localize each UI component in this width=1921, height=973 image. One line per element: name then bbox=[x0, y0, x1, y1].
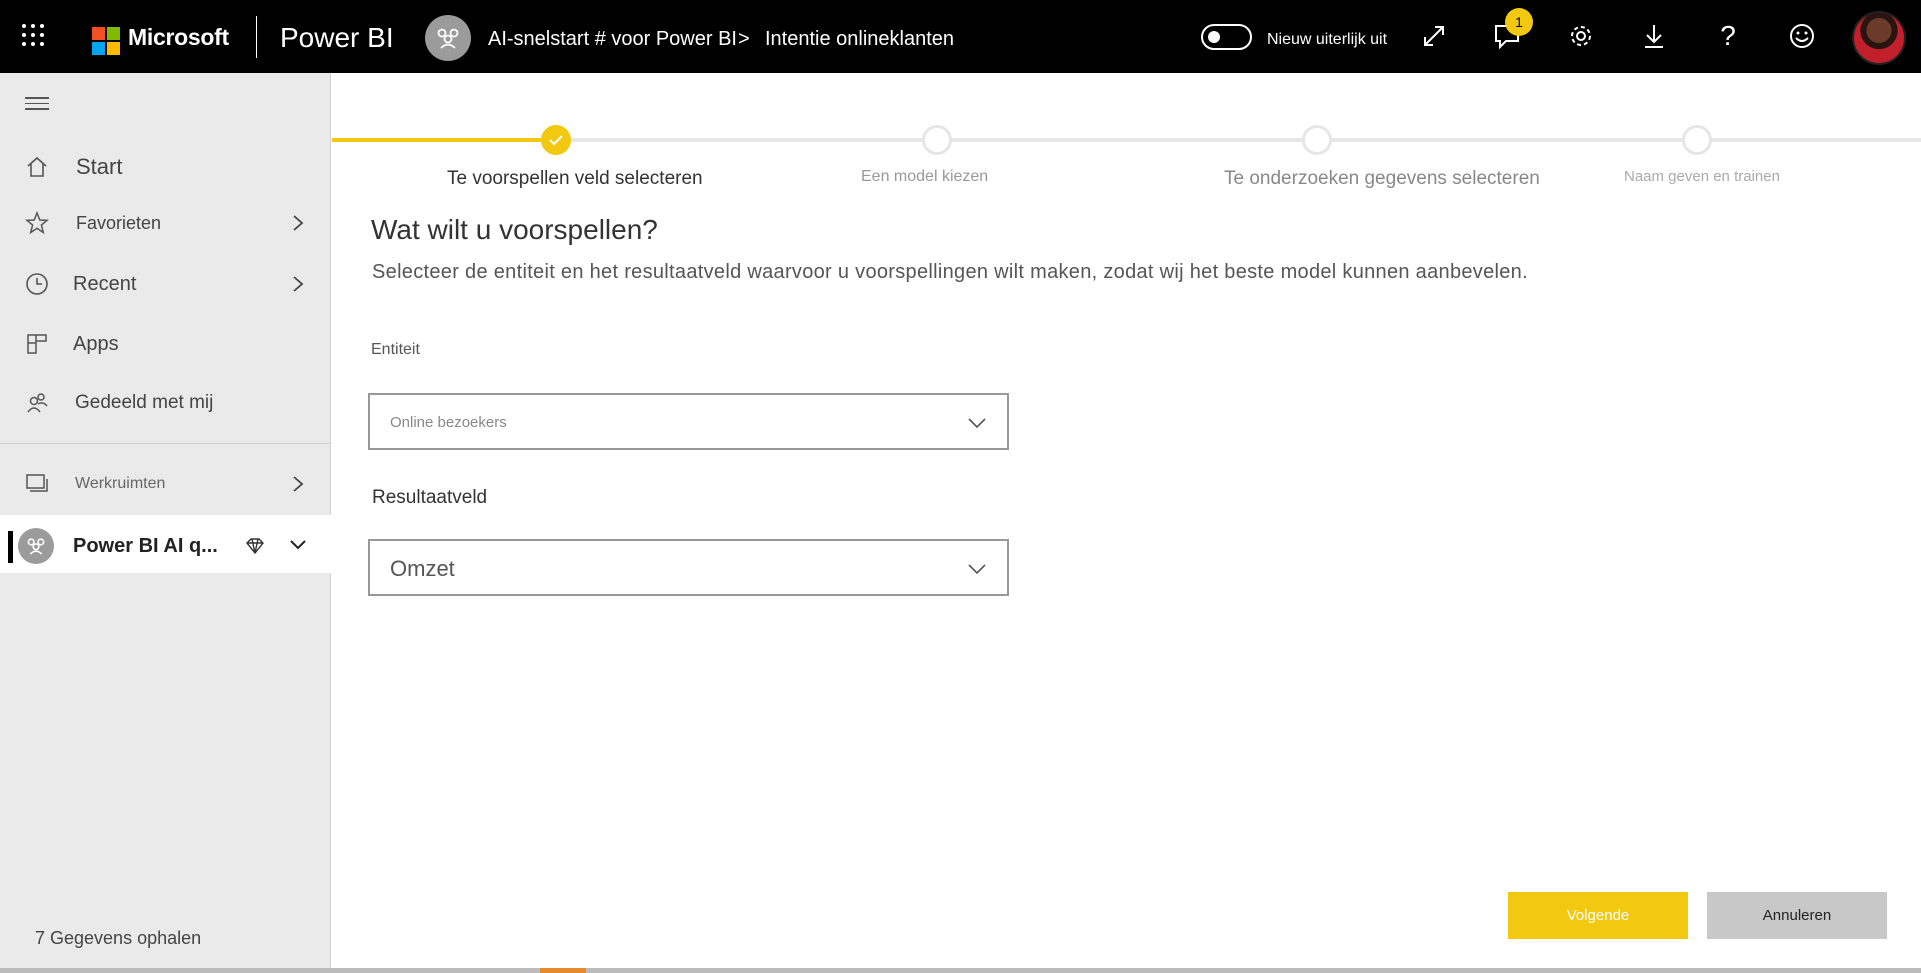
workspace-avatar-icon bbox=[18, 528, 54, 564]
step-1-label: Te voorspellen veld selecteren bbox=[447, 168, 703, 189]
entity-dropdown[interactable]: Online bezoekers bbox=[368, 393, 1009, 450]
sidebar-item-label: Apps bbox=[73, 332, 119, 355]
chevron-right-icon[interactable] bbox=[288, 474, 308, 494]
shared-icon bbox=[24, 390, 50, 416]
workspaces-icon bbox=[24, 471, 50, 497]
entity-dropdown-value: Online bezoekers bbox=[390, 414, 507, 431]
sidebar-divider bbox=[0, 443, 331, 444]
page-title: Wat wilt u voorspellen? bbox=[371, 214, 658, 245]
next-button[interactable]: Volgende bbox=[1508, 892, 1688, 939]
stepper-track bbox=[556, 138, 1921, 142]
sidebar-item-start[interactable]: Start bbox=[0, 142, 331, 192]
download-icon[interactable] bbox=[1638, 20, 1670, 52]
bottom-scrollbar bbox=[0, 968, 1921, 973]
breadcrumb-page[interactable]: Intentie onlineklanten bbox=[765, 28, 954, 51]
step-3-label: Te onderzoeken gegevens selecteren bbox=[1224, 168, 1540, 189]
microsoft-logo-icon bbox=[92, 27, 120, 55]
stepper-progress bbox=[332, 138, 556, 142]
sidebar-item-workspaces[interactable]: Werkruimten bbox=[0, 459, 331, 509]
workspace-name: Power BI AI q... bbox=[73, 535, 218, 557]
brand-name: Microsoft bbox=[128, 24, 229, 50]
sidebar-item-label: Gedeeld met mij bbox=[75, 392, 214, 413]
chevron-right-icon[interactable] bbox=[288, 274, 308, 294]
product-name[interactable]: Power BI bbox=[280, 22, 394, 54]
step-4-circle bbox=[1682, 125, 1712, 155]
page-subtitle: Selecteer de entiteit en het resultaatve… bbox=[372, 261, 1528, 283]
waffle-icon[interactable] bbox=[22, 24, 48, 50]
chevron-right-icon[interactable] bbox=[288, 213, 308, 233]
clock-icon bbox=[24, 271, 50, 297]
step-2-circle bbox=[922, 125, 952, 155]
step-4-label: Naam geven en trainen bbox=[1624, 168, 1780, 185]
sidebar: Start Favorieten Recent Apps Gedeeld met… bbox=[0, 73, 331, 973]
sidebar-item-recent[interactable]: Recent bbox=[0, 259, 331, 309]
sidebar-item-label: Start bbox=[76, 154, 123, 179]
cancel-button[interactable]: Annuleren bbox=[1707, 892, 1887, 939]
sidebar-item-apps[interactable]: Apps bbox=[0, 319, 331, 369]
workspace-avatar-icon bbox=[425, 15, 471, 61]
chevron-down-icon bbox=[968, 564, 986, 575]
breadcrumb-workspace[interactable]: AI-snelstart # voor Power BI bbox=[488, 28, 737, 51]
result-field-label: Resultaatveld bbox=[372, 487, 488, 508]
get-data-link[interactable]: 7 Gegevens ophalen bbox=[35, 928, 201, 949]
breadcrumb-separator: > bbox=[738, 28, 750, 50]
home-icon bbox=[24, 154, 50, 180]
user-avatar[interactable] bbox=[1852, 11, 1906, 65]
sidebar-item-label: Recent bbox=[73, 272, 137, 295]
feedback-icon[interactable] bbox=[1786, 20, 1818, 52]
entity-label: Entiteit bbox=[371, 341, 420, 358]
sidebar-item-label: Favorieten bbox=[76, 212, 162, 233]
expand-icon[interactable] bbox=[1418, 20, 1450, 52]
step-2-label: Een model kiezen bbox=[861, 168, 989, 185]
premium-diamond-icon bbox=[246, 538, 264, 555]
sidebar-current-workspace[interactable]: Power BI AI q... bbox=[0, 515, 331, 573]
notification-badge: 1 bbox=[1505, 8, 1533, 36]
chevron-down-icon[interactable] bbox=[288, 535, 308, 555]
result-field-dropdown[interactable]: Omzet bbox=[368, 539, 1009, 596]
star-icon bbox=[24, 210, 50, 236]
sidebar-item-label: Werkruimten bbox=[75, 475, 166, 492]
result-field-dropdown-value: Omzet bbox=[390, 556, 455, 581]
help-icon[interactable]: ? bbox=[1712, 20, 1744, 52]
top-bar: Microsoft Power BI AI-snelstart # voor P… bbox=[0, 0, 1921, 73]
new-look-toggle-label: Nieuw uiterlijk uit bbox=[1267, 31, 1388, 48]
sidebar-item-favorites[interactable]: Favorieten bbox=[0, 198, 331, 248]
new-look-toggle[interactable] bbox=[1201, 24, 1252, 50]
settings-icon[interactable] bbox=[1565, 20, 1597, 52]
sidebar-item-shared[interactable]: Gedeeld met mij bbox=[0, 378, 331, 428]
selection-indicator bbox=[8, 531, 13, 563]
step-3-circle bbox=[1302, 125, 1332, 155]
step-1-check-icon bbox=[541, 125, 571, 155]
hamburger-menu-icon[interactable] bbox=[25, 97, 49, 114]
apps-icon bbox=[24, 331, 50, 357]
brand-divider bbox=[256, 16, 257, 58]
chevron-down-icon bbox=[968, 418, 986, 429]
